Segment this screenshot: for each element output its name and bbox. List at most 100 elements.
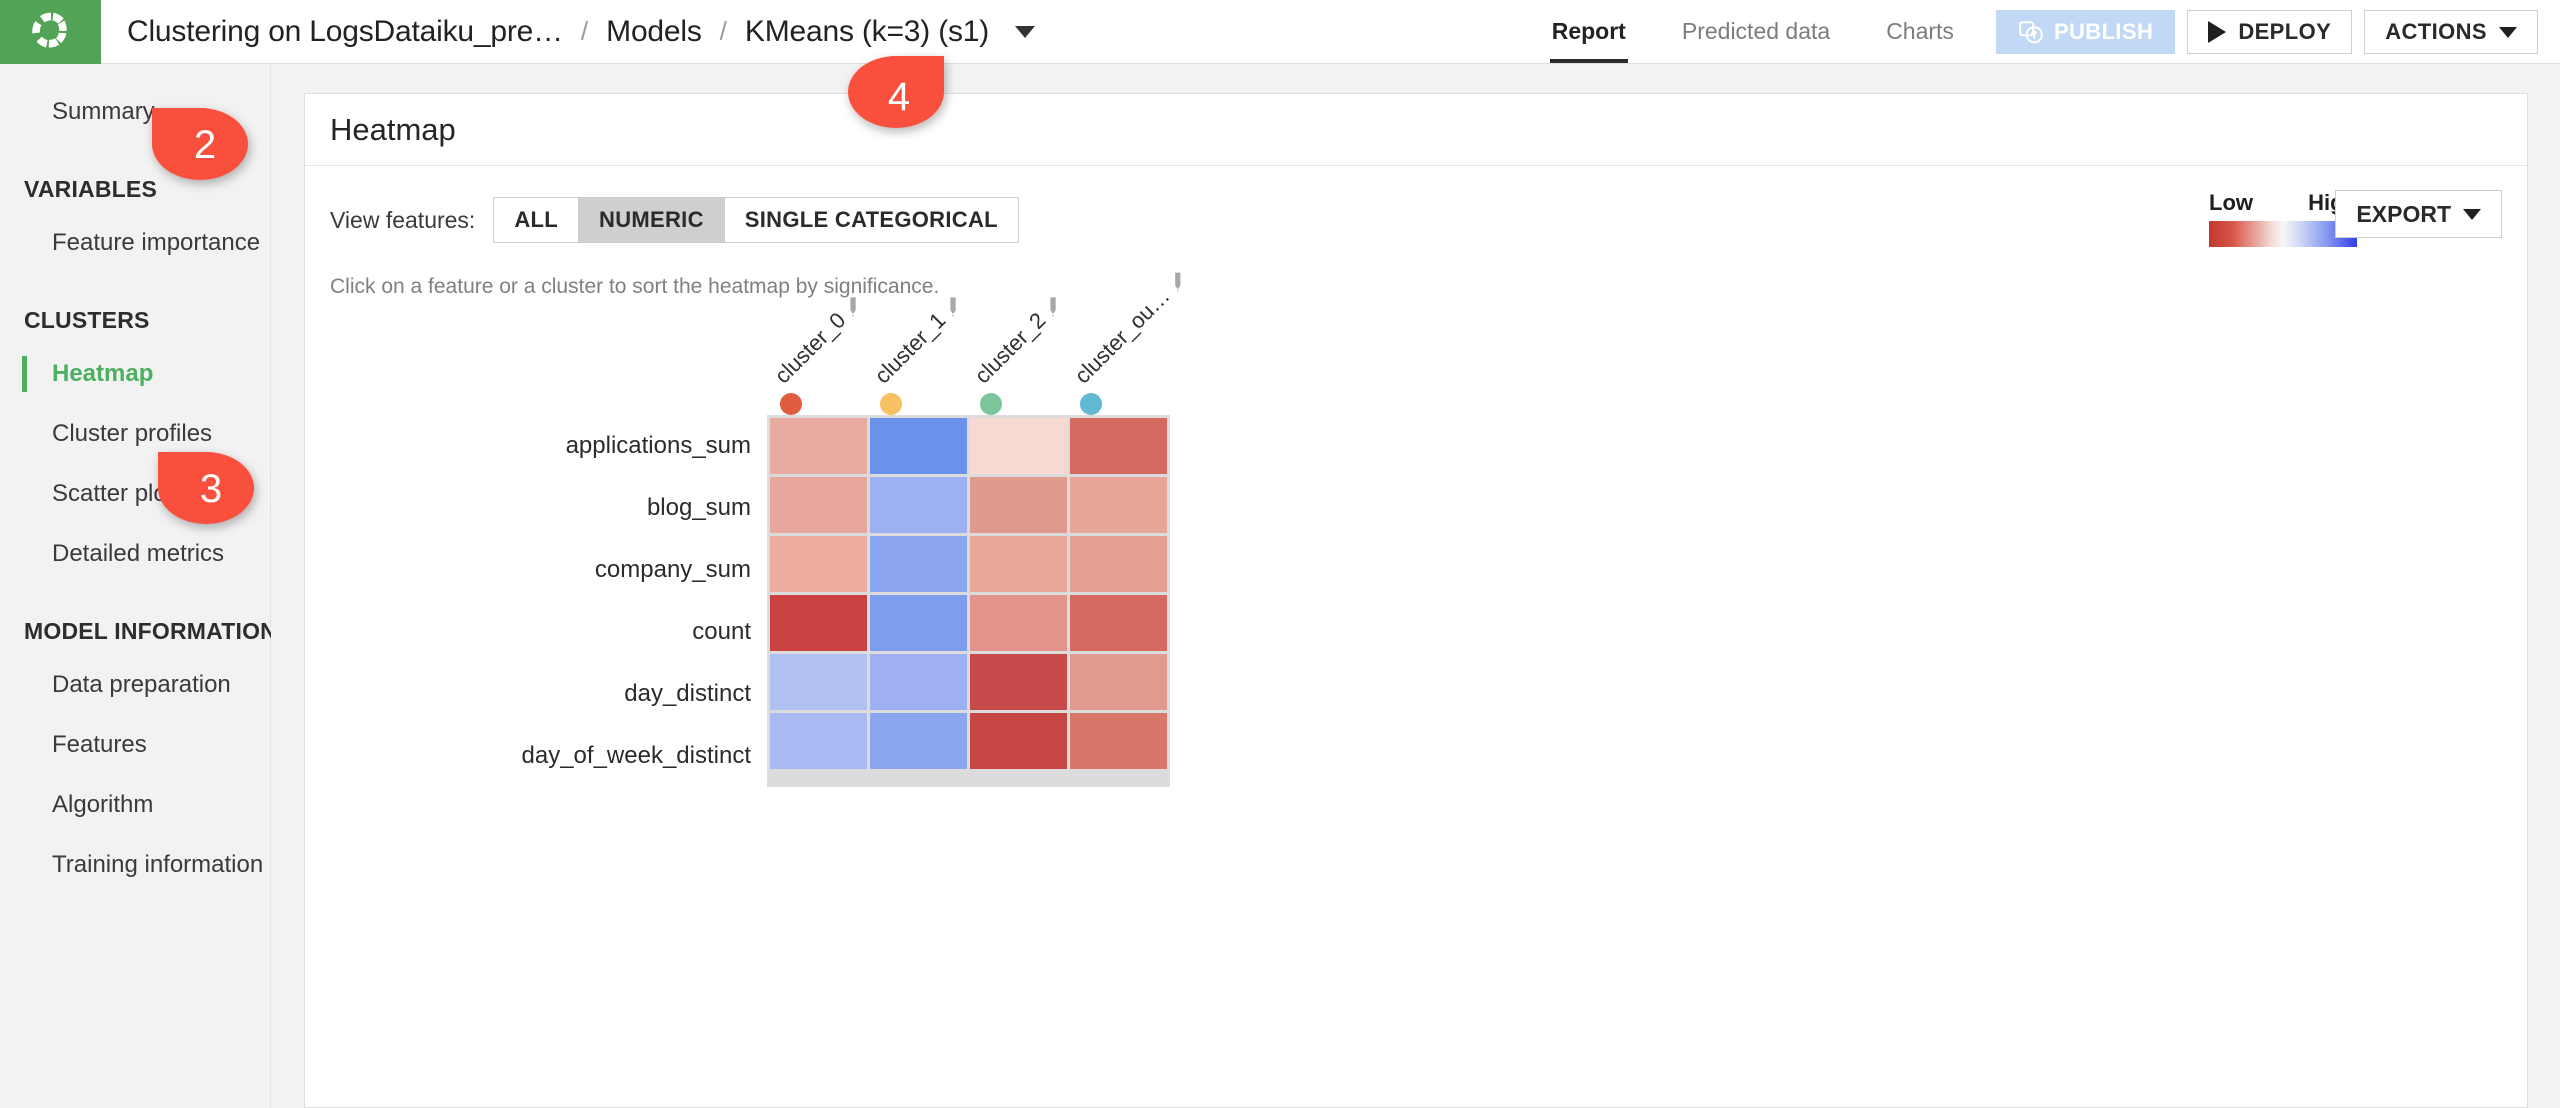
- heatmap-column-label-text: cluster_2: [970, 307, 1052, 389]
- heatmap-cell[interactable]: [970, 536, 1067, 592]
- sidebar-item-detailed-metrics-label: Detailed metrics: [52, 540, 224, 567]
- heatmap-cell[interactable]: [870, 536, 967, 592]
- view-features-segmented-control: ALL NUMERIC SINGLE CATEGORICAL: [493, 197, 1019, 243]
- callout-marker-4-label: 4: [888, 75, 910, 120]
- sidebar-item-data-preparation[interactable]: Data preparation: [0, 655, 270, 715]
- sidebar-item-algorithm-label: Algorithm: [52, 791, 153, 818]
- heatmap-row-label[interactable]: day_distinct: [330, 663, 767, 725]
- sidebar-item-feature-importance-label: Feature importance: [52, 229, 260, 256]
- heatmap-cell[interactable]: [770, 418, 867, 474]
- heatmap-column-headers: cluster_0cluster_1cluster_2cluster_ou…: [767, 309, 2527, 415]
- publish-button[interactable]: PUBLISH: [1996, 10, 2175, 54]
- tab-report[interactable]: Report: [1524, 0, 1654, 63]
- dataiku-logo[interactable]: [0, 0, 101, 64]
- chevron-down-icon[interactable]: [1015, 26, 1035, 38]
- heatmap-row-label[interactable]: count: [330, 601, 767, 663]
- heatmap-column-label[interactable]: cluster_2: [970, 290, 1069, 389]
- heatmap-cell[interactable]: [770, 477, 867, 533]
- view-features-option-numeric[interactable]: NUMERIC: [579, 198, 725, 242]
- sidebar-item-cluster-profiles[interactable]: Cluster profiles: [0, 404, 270, 464]
- heatmap-column-label[interactable]: cluster_0: [770, 290, 869, 389]
- sidebar-item-data-preparation-label: Data preparation: [52, 671, 231, 698]
- heatmap-cell[interactable]: [1070, 418, 1167, 474]
- top-bar-actions: Report Predicted data Charts PUBLISH DEP…: [1524, 0, 2560, 63]
- callout-marker-2: 2: [152, 108, 248, 180]
- heatmap-column-label-text: cluster_ou…: [1070, 283, 1176, 389]
- tab-report-label: Report: [1552, 18, 1626, 45]
- heatmap-cell[interactable]: [770, 713, 867, 769]
- sidebar-item-heatmap[interactable]: Heatmap: [0, 344, 270, 404]
- heatmap-cell[interactable]: [970, 595, 1067, 651]
- callout-marker-3-label: 3: [200, 467, 222, 512]
- heatmap-row-label[interactable]: blog_sum: [330, 477, 767, 539]
- heatmap-row-label[interactable]: company_sum: [330, 539, 767, 601]
- sidebar-item-feature-importance[interactable]: Feature importance: [0, 213, 270, 273]
- cluster-color-dot: [1080, 393, 1102, 415]
- heatmap-cell[interactable]: [870, 713, 967, 769]
- heatmap-cell[interactable]: [870, 595, 967, 651]
- heatmap-cell[interactable]: [870, 477, 967, 533]
- view-features-option-all-label: ALL: [514, 207, 558, 233]
- heatmap-row-labels: applications_sumblog_sumcompany_sumcount…: [330, 415, 767, 787]
- heatmap-cell[interactable]: [870, 418, 967, 474]
- sidebar-item-features[interactable]: Features: [0, 715, 270, 775]
- active-indicator: [22, 356, 27, 392]
- tab-predicted-data[interactable]: Predicted data: [1654, 0, 1858, 63]
- breadcrumb-item-model[interactable]: KMeans (k=3) (s1): [745, 15, 989, 49]
- heatmap-column-label-text: cluster_0: [770, 307, 852, 389]
- actions-button[interactable]: ACTIONS: [2364, 10, 2538, 54]
- deploy-button[interactable]: DEPLOY: [2187, 10, 2352, 54]
- heatmap-row-label[interactable]: applications_sum: [330, 415, 767, 477]
- heatmap-row: [770, 536, 1167, 592]
- heatmap-cell[interactable]: [1070, 536, 1167, 592]
- export-label: EXPORT: [2356, 201, 2451, 228]
- sidebar-item-algorithm[interactable]: Algorithm: [0, 775, 270, 835]
- heatmap-cell[interactable]: [1070, 477, 1167, 533]
- view-features-option-single-categorical[interactable]: SINGLE CATEGORICAL: [725, 198, 1018, 242]
- heatmap-card: Heatmap View features: ALL NUMERIC SINGL…: [304, 93, 2528, 1108]
- heatmap-cell[interactable]: [970, 418, 1067, 474]
- heatmap-column-label[interactable]: cluster_1: [870, 290, 969, 389]
- actions-label: ACTIONS: [2385, 19, 2487, 45]
- breadcrumb-item-project[interactable]: Clustering on LogsDataiku_pre…: [127, 15, 563, 49]
- export-button[interactable]: EXPORT: [2335, 190, 2502, 238]
- top-bar: Clustering on LogsDataiku_pre… / Models …: [0, 0, 2560, 64]
- cluster-color-dot: [780, 393, 802, 415]
- tab-charts[interactable]: Charts: [1858, 0, 1982, 63]
- heatmap-cell[interactable]: [770, 536, 867, 592]
- cluster-color-dot: [880, 393, 902, 415]
- dataiku-logo-icon: [28, 9, 74, 55]
- heatmap-cell[interactable]: [970, 477, 1067, 533]
- breadcrumb-item-models[interactable]: Models: [606, 15, 702, 49]
- heatmap-row: [770, 477, 1167, 533]
- heatmap-cell[interactable]: [1070, 595, 1167, 651]
- view-features-option-single-categorical-label: SINGLE CATEGORICAL: [745, 207, 998, 233]
- cluster-color-dot: [980, 393, 1002, 415]
- sidebar-section-clusters: CLUSTERS: [0, 273, 270, 344]
- heatmap-cell[interactable]: [970, 654, 1067, 710]
- heatmap-cell[interactable]: [970, 713, 1067, 769]
- heatmap-cell[interactable]: [770, 654, 867, 710]
- heatmap-cell[interactable]: [870, 654, 967, 710]
- heatmap-row: [770, 654, 1167, 710]
- heatmap-cell[interactable]: [770, 595, 867, 651]
- heatmap-row: [770, 595, 1167, 651]
- heatmap-cells: [767, 415, 1170, 787]
- heatmap-cell[interactable]: [1070, 713, 1167, 769]
- view-features-option-all[interactable]: ALL: [494, 198, 579, 242]
- publish-label: PUBLISH: [2054, 19, 2153, 45]
- deploy-label: DEPLOY: [2238, 19, 2331, 45]
- sidebar-item-detailed-metrics[interactable]: Detailed metrics: [0, 524, 270, 584]
- sidebar-item-summary-label: Summary: [52, 98, 155, 125]
- sidebar-item-cluster-profiles-label: Cluster profiles: [52, 420, 212, 447]
- sidebar-item-training-information[interactable]: Training information: [0, 835, 270, 895]
- callout-marker-2-label: 2: [194, 123, 216, 168]
- sidebar: Summary VARIABLES Feature importance CLU…: [0, 64, 271, 1108]
- heatmap-cell[interactable]: [1070, 654, 1167, 710]
- callout-marker-3: 3: [158, 452, 254, 524]
- heatmap-toolbar: View features: ALL NUMERIC SINGLE CATEGO…: [305, 166, 2527, 243]
- heatmap-column-label-text: cluster_1: [870, 307, 952, 389]
- heatmap-row-label[interactable]: day_of_week_distinct: [330, 725, 767, 787]
- main-content: Heatmap View features: ALL NUMERIC SINGL…: [271, 64, 2560, 1108]
- caret-down-icon: [2463, 209, 2481, 220]
